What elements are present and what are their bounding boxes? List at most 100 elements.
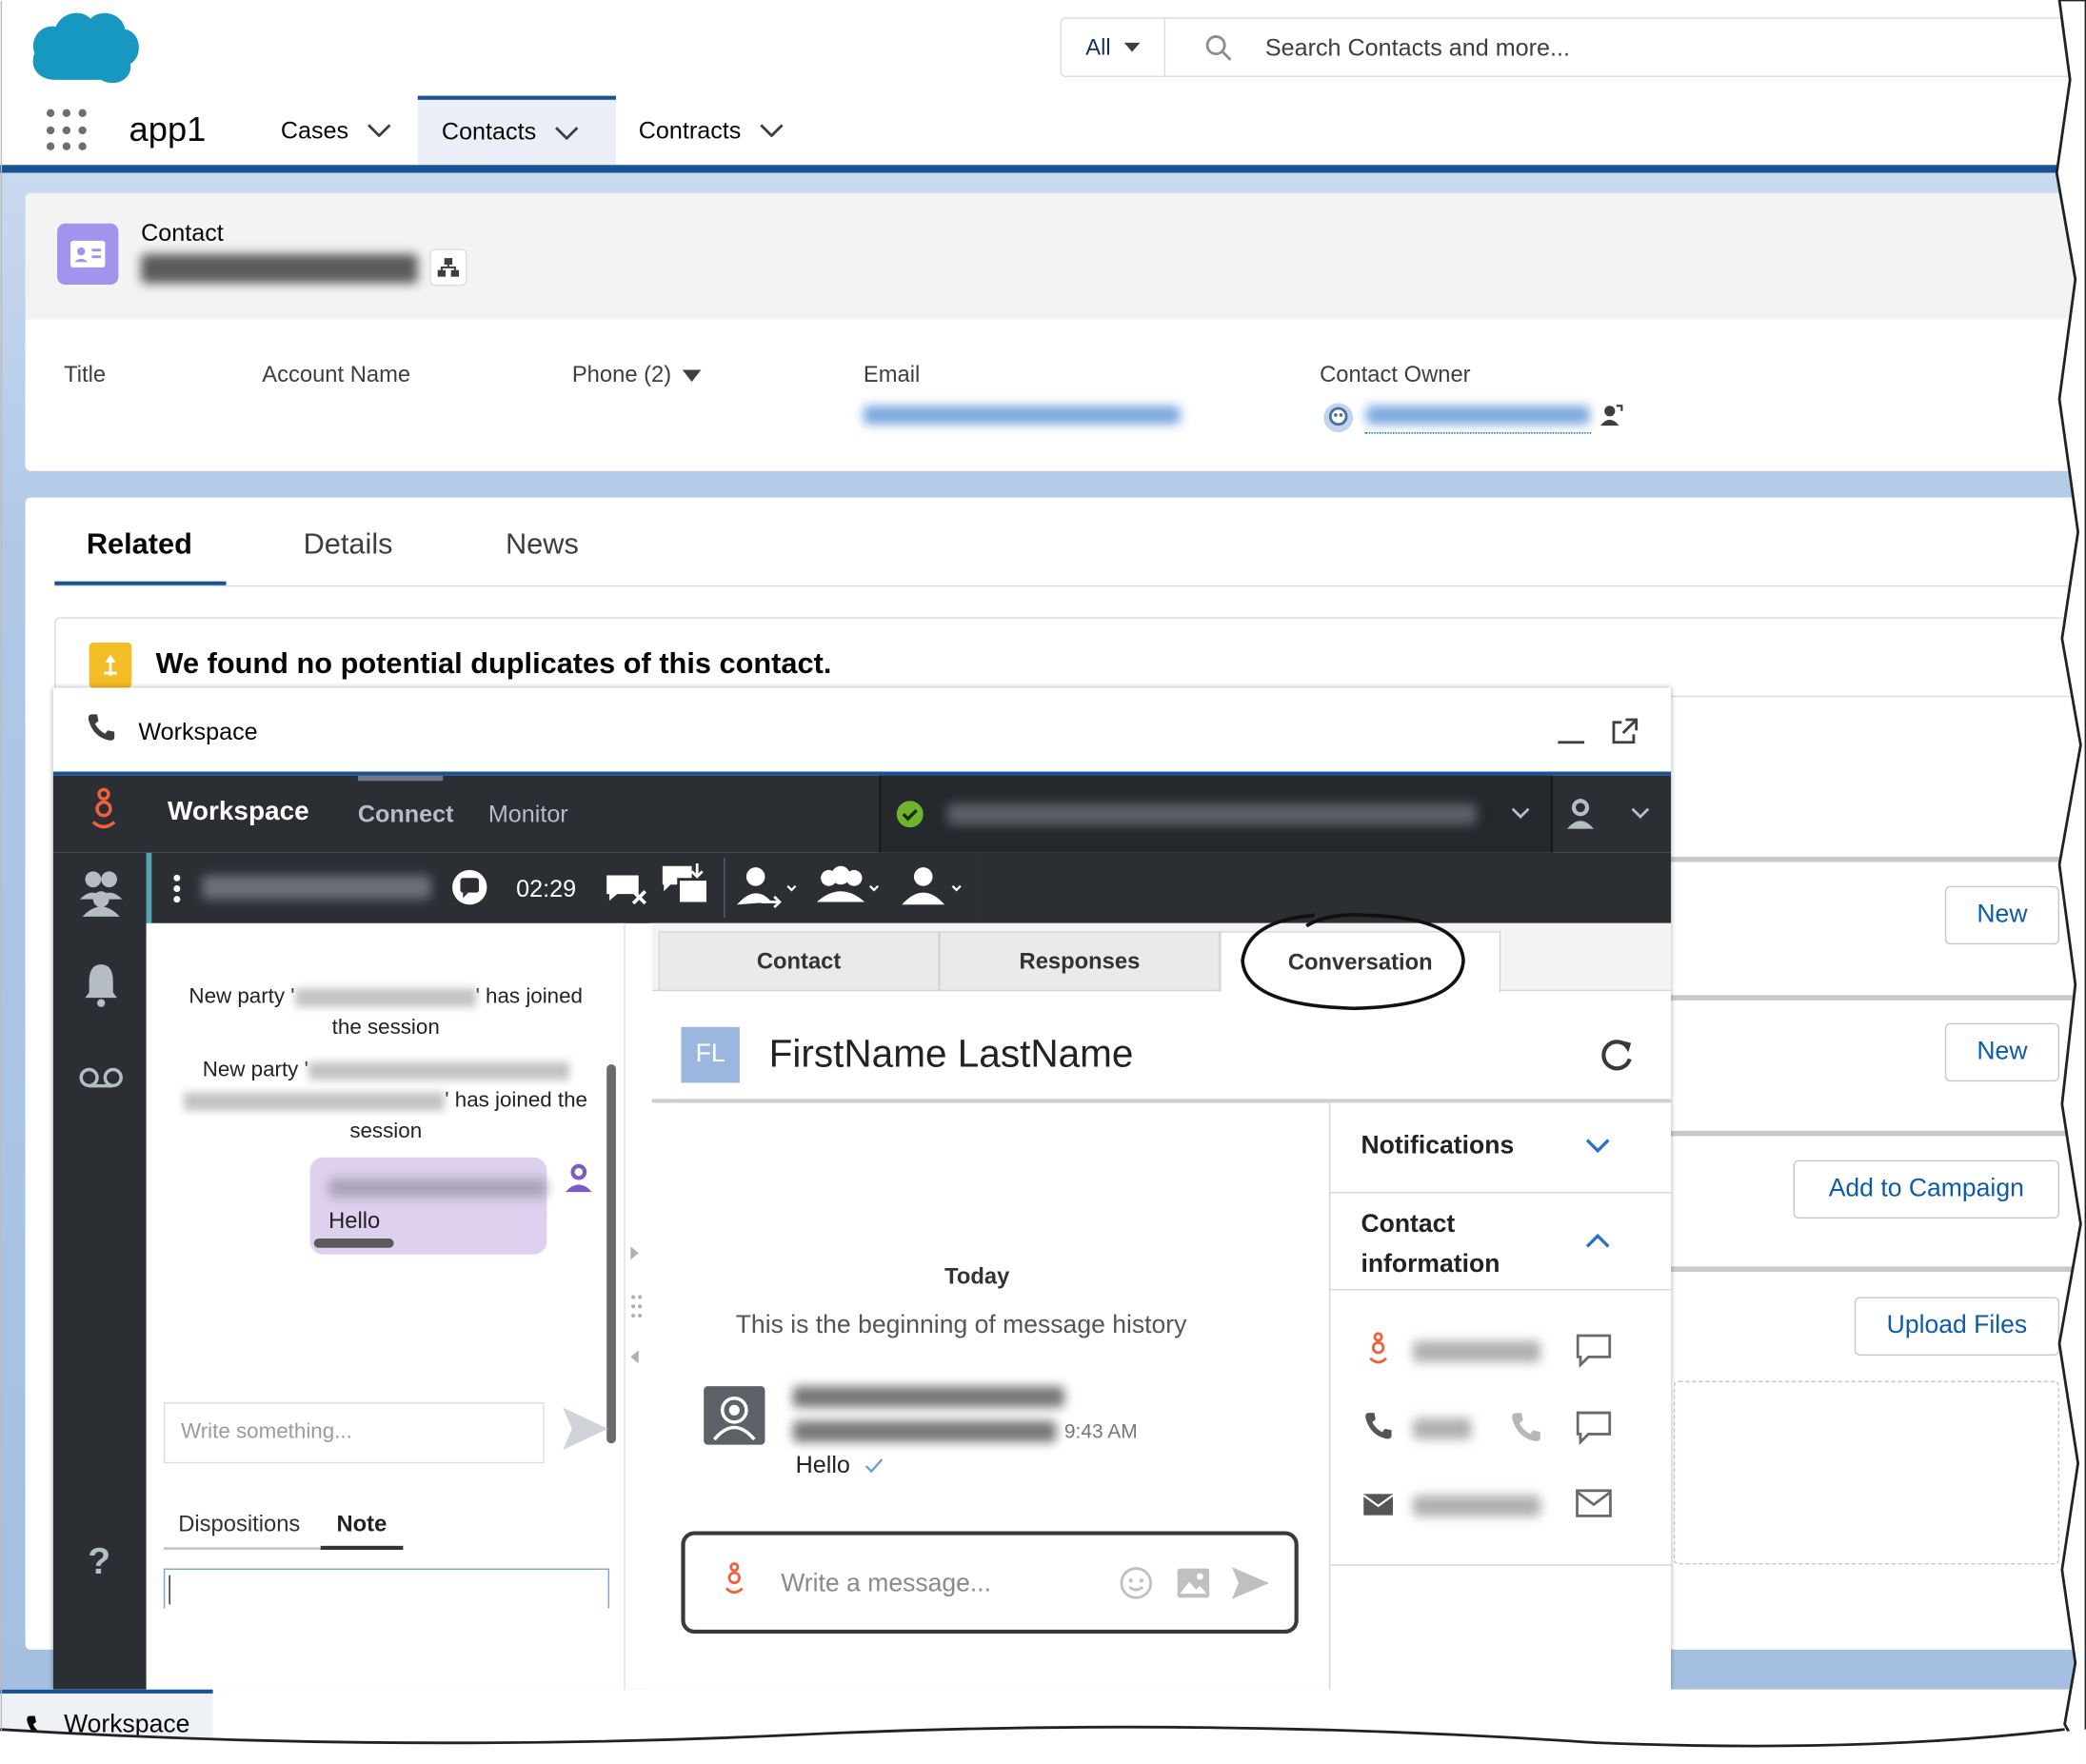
tab-contacts[interactable]: Contacts [417,95,616,166]
tabs-divider [54,585,2086,587]
contact-id-redacted [1412,1340,1541,1362]
chevron-down-icon[interactable] [1631,807,1650,820]
app-launcher-icon[interactable] [46,109,89,152]
related-list-separator [1671,995,2086,1001]
tab-contracts[interactable]: Contracts [616,96,816,166]
phone-icon [88,714,115,741]
search-input[interactable]: Search Contacts and more... [1265,34,1570,62]
tab-dispositions[interactable]: Dispositions [178,1511,300,1537]
chevron-down-icon[interactable] [760,124,784,137]
popout-icon[interactable] [1610,717,1639,746]
image-icon[interactable] [1176,1567,1210,1599]
new-button[interactable]: New [1944,885,2060,945]
new-button[interactable]: New [1944,1022,2060,1082]
owner-avatar [1323,403,1354,433]
hierarchy-button[interactable] [429,248,467,287]
send-email-icon[interactable] [1575,1489,1612,1518]
transcript-scrollbar[interactable] [606,1063,616,1444]
add-to-campaign-button[interactable]: Add to Campaign [1793,1159,2060,1219]
system-message-text: New party ' [189,985,295,1009]
message-time: 9:43 AM [1063,1420,1138,1444]
change-owner-icon[interactable] [1598,402,1624,428]
genesys-channel-icon [1369,1332,1387,1364]
history-start-text: This is the beginning of message history [735,1311,1187,1340]
chevron-down-icon[interactable] [1511,807,1530,820]
tab-details[interactable]: Details [304,526,393,561]
transcript-input[interactable]: Write something... [163,1401,545,1464]
contact-information-section[interactable]: Contact information [1361,1205,1534,1285]
search-scope-select[interactable]: All [1062,18,1166,76]
system-message-text: session [349,1120,423,1143]
splitter-handle-icon[interactable] [630,1293,644,1319]
duplicates-message: We found no potential duplicates of this… [155,646,832,681]
search-scope-label: All [1085,33,1111,60]
field-owner-label: Contact Owner [1320,362,1471,387]
upload-files-button[interactable]: Upload Files [1854,1297,2060,1356]
nav-connect[interactable]: Connect [358,801,454,828]
chevron-up-icon[interactable] [1585,1233,1610,1248]
chevron-down-icon [1123,42,1141,51]
ready-status-icon [896,801,924,828]
help-icon[interactable]: ? [88,1540,110,1583]
more-options-icon[interactable] [170,873,184,905]
collapse-right-icon[interactable] [628,1245,642,1261]
genesys-channel-icon [725,1562,744,1595]
email-value-redacted[interactable] [863,406,1181,425]
global-search[interactable]: All Search Contacts and more... [1060,17,2086,78]
notifications-section[interactable]: Notifications [1361,1132,1514,1161]
call-icon[interactable] [1509,1410,1543,1444]
nav-accent-bar [0,165,2086,173]
highlights-fields [25,319,2086,471]
party-name-redacted [184,1091,446,1111]
phone-icon [1365,1413,1392,1439]
voicemail-icon[interactable] [77,1064,125,1091]
conference-icon[interactable] [814,864,884,907]
file-drop-zone[interactable] [1673,1380,2060,1565]
email-icon [1362,1494,1394,1516]
message-status-bar [313,1239,394,1248]
sender-name-redacted [328,1179,547,1198]
sms-icon[interactable] [1575,1410,1612,1445]
chevron-down-icon[interactable] [1585,1139,1610,1154]
caret-down-icon[interactable] [682,368,701,382]
message-input[interactable]: Write a message... [781,1570,991,1599]
refresh-icon[interactable] [1598,1037,1635,1074]
customer-name-redacted [202,875,431,900]
tab-label: Contacts [441,118,537,146]
nav-monitor[interactable]: Monitor [488,801,568,828]
owner-name-redacted[interactable] [1366,406,1590,425]
tab-contact[interactable]: Contact [658,931,940,992]
related-list-separator [1671,856,2086,862]
hierarchy-icon [437,258,460,277]
search-icon [1205,35,1232,61]
workspace-window-title: Workspace [138,718,258,745]
salesforce-cloud-logo[interactable] [30,8,141,88]
toolbar-divider [724,858,725,919]
email-address-redacted [1412,1495,1541,1517]
send-icon[interactable] [1231,1566,1271,1600]
minimize-icon[interactable] [1558,726,1585,745]
transfer-icon[interactable] [734,864,798,910]
tab-responses[interactable]: Responses [939,931,1221,992]
send-icon[interactable] [560,1405,610,1453]
consult-icon[interactable] [894,864,965,907]
chevron-down-icon[interactable] [555,126,579,140]
emoji-icon[interactable] [1119,1566,1153,1600]
utility-bar [0,1689,2086,1764]
tab-cases[interactable]: Cases [257,96,417,166]
contact-card-icon [57,223,119,286]
tab-news[interactable]: News [506,526,579,561]
note-textarea[interactable] [163,1568,609,1609]
tab-note[interactable]: Note [337,1511,387,1537]
my-channels-icon[interactable] [77,867,125,918]
chevron-down-icon[interactable] [368,124,391,137]
chat-outline-icon[interactable] [1575,1333,1612,1368]
notification-bell-icon[interactable] [84,961,118,1008]
collapse-left-icon[interactable] [628,1349,642,1365]
genesys-logo-icon [91,787,116,829]
agent-avatar [704,1386,765,1445]
field-phone-label[interactable]: Phone (2) [572,362,701,388]
tab-related[interactable]: Related [87,526,192,561]
end-chat-icon[interactable] [604,870,649,907]
done-chat-icon[interactable] [660,861,710,911]
